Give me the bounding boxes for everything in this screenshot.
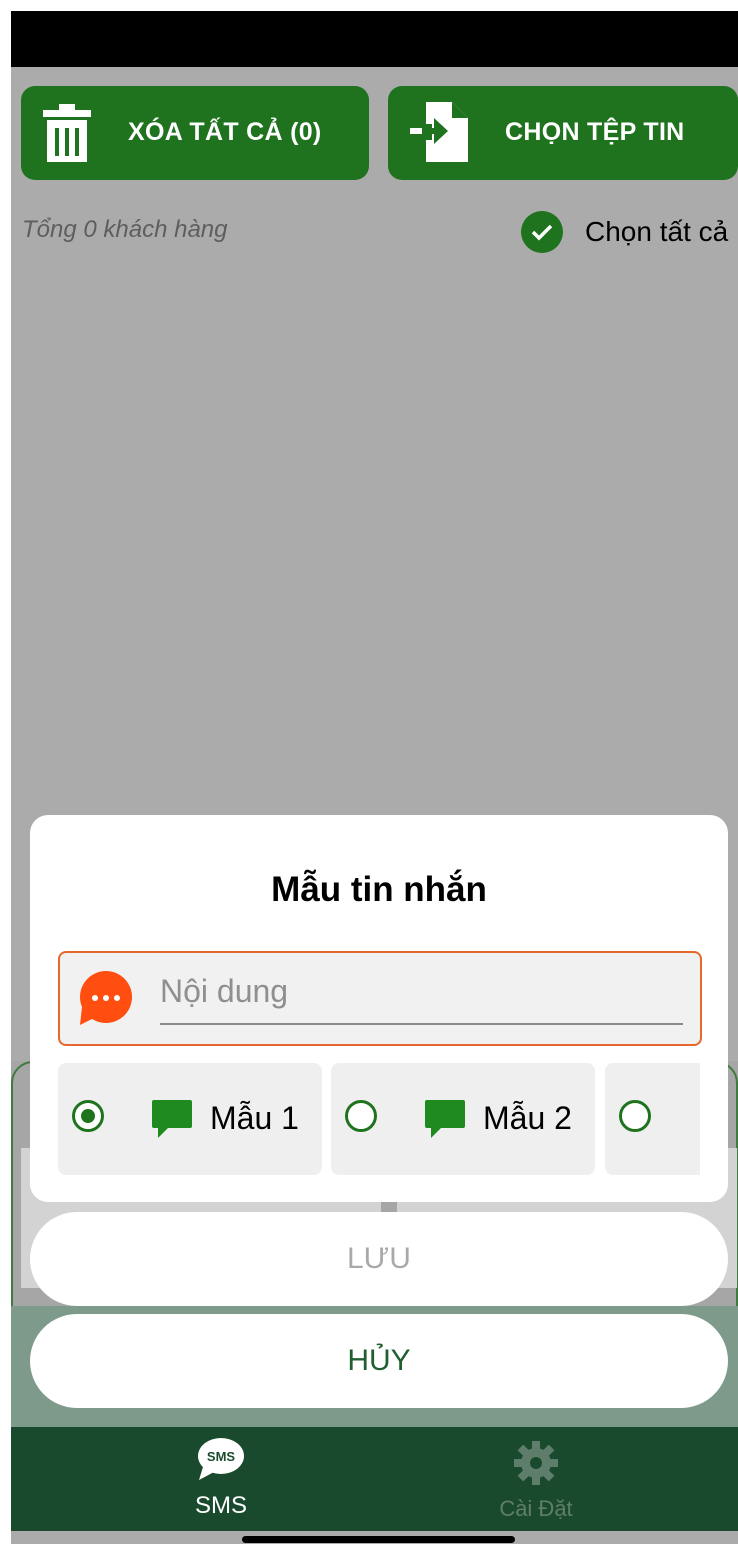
status-bar bbox=[11, 11, 738, 67]
chat-bubble-dots-icon bbox=[78, 971, 134, 1032]
select-all-label: Chọn tất cả bbox=[585, 216, 729, 247]
total-customers: Tổng 0 khách hàng bbox=[22, 216, 228, 243]
bottom-navigation: SMS SMS Cài Đặt bbox=[11, 1427, 738, 1531]
message-template-dialog: Mẫu tin nhắn Mẫu 1 bbox=[30, 815, 728, 1202]
message-icon bbox=[152, 1100, 192, 1143]
template-option-2[interactable]: Mẫu 2 bbox=[331, 1063, 595, 1175]
dialog-title: Mẫu tin nhắn bbox=[271, 870, 487, 909]
nav-settings-label: Cài Đặt bbox=[499, 1496, 573, 1521]
template-label: Mẫu 1 bbox=[210, 1100, 299, 1136]
trash-icon bbox=[43, 104, 91, 167]
app-screen: XÓA TẤT CẢ (0) CHỌN TỆP TIN Tổng 0 khách… bbox=[11, 11, 738, 1544]
template-option-1[interactable]: Mẫu 1 bbox=[58, 1063, 322, 1175]
choose-file-label: CHỌN TỆP TIN bbox=[505, 118, 685, 146]
nav-item-settings[interactable]: Cài Đặt bbox=[436, 1427, 636, 1531]
radio-selected-icon[interactable] bbox=[72, 1100, 104, 1132]
sms-bubble-icon: SMS bbox=[197, 1437, 245, 1486]
home-indicator bbox=[242, 1536, 515, 1543]
template-list: Mẫu 1 Mẫu 2 bbox=[58, 1063, 700, 1175]
clear-all-button[interactable]: XÓA TẤT CẢ (0) bbox=[21, 86, 369, 180]
cancel-button[interactable]: HỦY bbox=[30, 1314, 728, 1408]
template-option-3[interactable] bbox=[605, 1063, 700, 1175]
clear-all-label: XÓA TẤT CẢ (0) bbox=[128, 118, 322, 146]
nav-item-sms[interactable]: SMS SMS bbox=[121, 1427, 321, 1531]
save-button[interactable]: LƯU bbox=[30, 1212, 728, 1306]
sms-icon-text: SMS bbox=[207, 1449, 236, 1464]
nav-sms-label: SMS bbox=[194, 1492, 247, 1519]
file-import-icon bbox=[410, 102, 468, 167]
content-field bbox=[58, 951, 702, 1046]
message-icon bbox=[425, 1100, 465, 1143]
radio-unselected-icon[interactable] bbox=[619, 1100, 651, 1132]
choose-file-button[interactable]: CHỌN TỆP TIN bbox=[388, 86, 738, 180]
gear-icon bbox=[514, 1441, 558, 1490]
template-label: Mẫu 2 bbox=[483, 1100, 572, 1136]
radio-unselected-icon[interactable] bbox=[345, 1100, 377, 1132]
select-all-toggle[interactable]: Chọn tất cả bbox=[521, 211, 728, 253]
content-input[interactable] bbox=[160, 971, 683, 1025]
check-circle-icon bbox=[521, 211, 563, 253]
